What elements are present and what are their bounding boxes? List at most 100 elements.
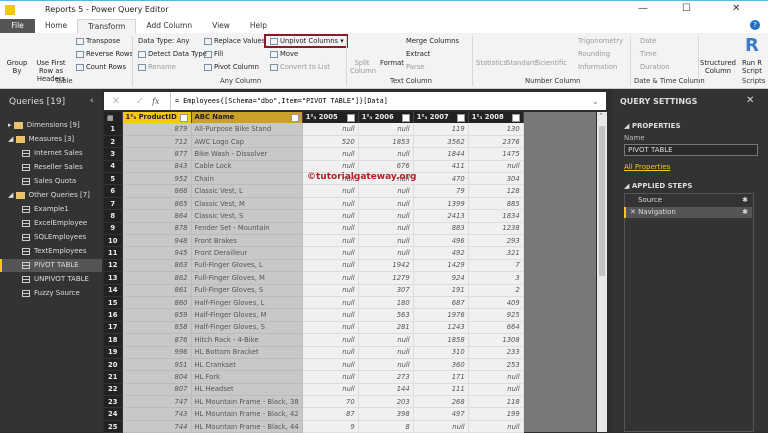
cell-name[interactable]: Front Brakes xyxy=(191,234,303,248)
cell-2008[interactable]: 304 xyxy=(468,172,524,186)
cell-productid[interactable]: 945 xyxy=(122,246,192,260)
cell-2006[interactable]: 563 xyxy=(358,308,414,322)
cell-2007[interactable]: 3562 xyxy=(413,135,469,149)
cell-productid[interactable]: 861 xyxy=(122,284,192,297)
cell-2005[interactable]: null xyxy=(302,383,359,397)
cell-name[interactable]: HL Headset xyxy=(191,383,303,397)
cell-productid[interactable]: 877 xyxy=(122,147,192,161)
cell-name[interactable]: Classic Vest, M xyxy=(191,197,303,211)
filter-dropdown-icon[interactable] xyxy=(179,114,188,122)
cell-productid[interactable]: 862 xyxy=(122,271,192,285)
collapse-icon[interactable]: ‹ xyxy=(90,96,94,106)
tab-home[interactable]: Home xyxy=(35,19,77,33)
cell-2006[interactable]: null xyxy=(358,197,414,211)
cell-2007[interactable]: 79 xyxy=(413,184,469,198)
cell-name[interactable]: Half-Finger Gloves, M xyxy=(191,308,303,322)
cell-productid[interactable]: 948 xyxy=(122,234,192,248)
cell-productid[interactable]: 865 xyxy=(122,197,192,211)
cell-2006[interactable]: 307 xyxy=(358,284,414,297)
structured-column-button[interactable]: Structured Column xyxy=(700,59,736,75)
cell-2008[interactable]: null xyxy=(468,370,524,384)
cell-name[interactable]: HL Mountain Frame - Black, 44 xyxy=(191,420,303,433)
convert-to-list-button[interactable]: Convert to List xyxy=(270,63,330,71)
cell-2005[interactable]: null xyxy=(302,246,359,260)
minimize-button[interactable]: — xyxy=(638,3,648,14)
tab-file[interactable]: File xyxy=(0,19,35,33)
duration-button[interactable]: Duration xyxy=(640,63,670,71)
cell-2007[interactable]: 310 xyxy=(413,346,469,359)
fill-button[interactable]: Fill xyxy=(204,50,223,58)
cell-2006[interactable]: null xyxy=(358,358,414,372)
detect-data-type-button[interactable]: Detect Data Type xyxy=(138,50,207,58)
cell-name[interactable]: HL Crankset xyxy=(191,358,303,372)
row-number[interactable]: 22 xyxy=(104,383,123,397)
cell-2007[interactable]: 411 xyxy=(413,160,469,174)
row-number[interactable]: 14 xyxy=(104,284,123,297)
parse-button[interactable]: Parse xyxy=(406,63,424,71)
cell-2005[interactable]: null xyxy=(302,123,359,136)
row-number[interactable]: 25 xyxy=(104,420,123,433)
vertical-scrollbar[interactable]: ⌃ xyxy=(597,112,607,432)
cell-productid[interactable]: 951 xyxy=(122,358,192,372)
row-number[interactable]: 5 xyxy=(104,172,123,186)
replace-values-button[interactable]: Replace Values xyxy=(204,37,265,45)
cell-name[interactable]: AWC Logo Cap xyxy=(191,135,303,149)
query-folder-other[interactable]: ◢ Other Queries [7] xyxy=(0,189,102,202)
row-number[interactable]: 16 xyxy=(104,308,123,322)
cell-productid[interactable]: 879 xyxy=(122,123,192,136)
cell-productid[interactable]: 996 xyxy=(122,346,192,359)
row-number[interactable]: 3 xyxy=(104,147,123,161)
cell-2007[interactable]: 924 xyxy=(413,271,469,285)
query-fuzzy-source[interactable]: Fuzzy Source xyxy=(0,287,102,300)
query-example1[interactable]: Example1 xyxy=(0,203,102,216)
filter-dropdown-icon[interactable] xyxy=(401,114,410,122)
cell-2005[interactable]: null xyxy=(302,209,359,223)
cell-2005[interactable]: null xyxy=(302,370,359,384)
cell-name[interactable]: All-Purpose Bike Stand xyxy=(191,123,303,136)
filter-dropdown-icon[interactable] xyxy=(346,114,355,122)
cell-2007[interactable]: 1429 xyxy=(413,259,469,273)
rename-button[interactable]: Rename xyxy=(138,63,176,71)
column-header-2005[interactable]: 1²₃ 2005 xyxy=(302,112,359,123)
run-r-script-button[interactable]: Run R Script xyxy=(738,59,766,75)
extract-button[interactable]: Extract xyxy=(406,50,430,58)
cell-2005[interactable]: null xyxy=(302,333,359,347)
cell-2005[interactable]: null xyxy=(302,271,359,285)
row-number[interactable]: 1 xyxy=(104,123,123,136)
row-number[interactable]: 8 xyxy=(104,209,123,223)
cell-2005[interactable]: null xyxy=(302,284,359,297)
cell-name[interactable]: Half-Finger Gloves, L xyxy=(191,296,303,310)
cell-2007[interactable]: null xyxy=(413,420,469,433)
gear-icon[interactable]: ✱ xyxy=(742,207,748,218)
cell-2005[interactable]: null xyxy=(302,308,359,322)
cell-2008[interactable]: 128 xyxy=(468,184,524,198)
query-sql-employees[interactable]: SQLEmployees xyxy=(0,231,102,244)
cell-productid[interactable]: 843 xyxy=(122,160,192,174)
cell-2005[interactable]: null xyxy=(302,346,359,359)
column-header-2008[interactable]: 1²₃ 2008 xyxy=(468,112,524,123)
move-button[interactable]: Move xyxy=(270,50,298,58)
cell-2008[interactable]: 925 xyxy=(468,308,524,322)
table-menu-icon[interactable]: ▦ xyxy=(104,112,123,123)
cell-2008[interactable]: 293 xyxy=(468,234,524,248)
cell-2007[interactable]: 119 xyxy=(413,123,469,136)
cell-name[interactable]: Half-Finger Gloves, S xyxy=(191,321,303,335)
scroll-up-icon[interactable]: ⌃ xyxy=(598,112,604,120)
cell-2006[interactable]: null xyxy=(358,246,414,260)
cell-name[interactable]: HL Fork xyxy=(191,370,303,384)
cell-2005[interactable]: 87 xyxy=(302,407,359,421)
cell-2005[interactable]: 520 xyxy=(302,135,359,149)
cell-2007[interactable]: 360 xyxy=(413,358,469,372)
all-properties-link[interactable]: All Properties xyxy=(624,163,670,171)
cell-2006[interactable]: null xyxy=(358,333,414,347)
cell-2008[interactable]: 1834 xyxy=(468,209,524,223)
information-button[interactable]: Information xyxy=(578,63,617,71)
scrollbar-thumb[interactable] xyxy=(599,126,605,276)
expand-formula-icon[interactable]: ⌄ xyxy=(592,97,606,106)
cell-2008[interactable]: 1475 xyxy=(468,147,524,161)
cell-2006[interactable]: 273 xyxy=(358,370,414,384)
column-header-productid[interactable]: 1²₃ ProductID xyxy=(122,112,192,123)
formula-input[interactable]: = Employees{[Schema="dbo",Item="PIVOT TA… xyxy=(170,92,592,110)
rounding-button[interactable]: Rounding xyxy=(578,50,610,58)
delete-step-icon[interactable]: ✕ xyxy=(630,208,638,216)
